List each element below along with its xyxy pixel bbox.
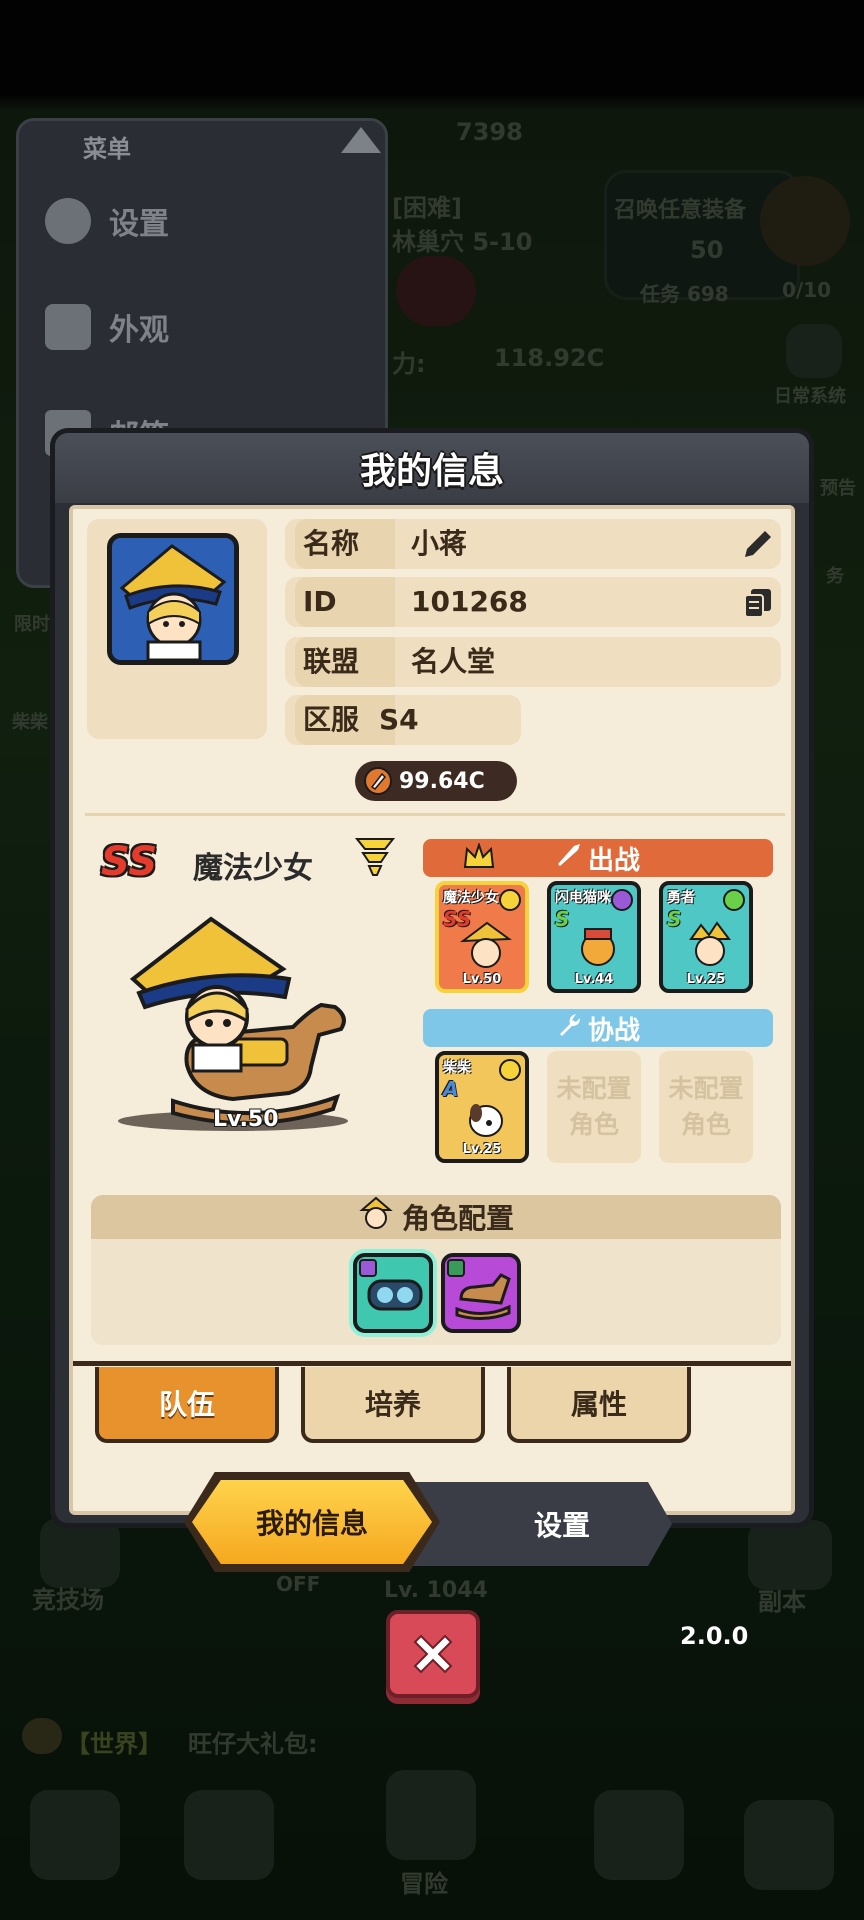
name-row: 名称 小蒋: [285, 519, 781, 569]
leaf-icon: [723, 889, 745, 911]
shirt-icon: [45, 304, 91, 350]
empty-slot-line2: 角色: [568, 1110, 619, 1139]
hero-portrait: [581, 928, 615, 966]
name-label: 名称: [295, 519, 395, 569]
power-badge: 99.64C: [355, 761, 517, 801]
tab-train[interactable]: 培养: [301, 1367, 485, 1443]
avatar[interactable]: [107, 533, 239, 665]
sword-icon: [556, 842, 582, 875]
battle-card-1[interactable]: 魔法少女 SS Lv.50: [435, 881, 529, 993]
hero-portrait: [469, 1104, 503, 1137]
tab-team[interactable]: 队伍: [95, 1367, 279, 1443]
edit-pencil-icon[interactable]: [741, 527, 775, 561]
id-value: 101268: [411, 585, 528, 618]
tornado-icon: [499, 1059, 521, 1081]
role-config-title: 角色配置: [401, 1202, 514, 1235]
card-hero-level: Lv.44: [574, 972, 614, 987]
tornado-icon: [354, 835, 396, 885]
menu-item-appearance[interactable]: 外观: [45, 297, 169, 357]
rocking-horse-icon: [455, 1273, 511, 1320]
power-value: 99.64C: [399, 768, 485, 794]
wrench-icon: [556, 1012, 582, 1045]
close-button[interactable]: [386, 1610, 480, 1698]
avatar-panel: [87, 519, 267, 739]
hero-level: Lv.50: [213, 1107, 279, 1132]
assist-empty-slot[interactable]: 未配置 角色: [659, 1051, 753, 1163]
copy-icon[interactable]: [741, 585, 775, 619]
battle-card-2[interactable]: 闪电猫咪 S Lv.44: [547, 881, 641, 993]
goggles-icon: [367, 1279, 423, 1311]
id-label: ID: [295, 577, 395, 627]
card-hero-name: 闪电猫咪: [555, 890, 611, 906]
hero-grade: SS: [101, 839, 158, 885]
card-hero-level: Lv.25: [462, 1142, 502, 1157]
assist-team-label: 协战: [587, 1015, 640, 1046]
id-row: ID 101268: [285, 577, 781, 627]
tornado-icon: [499, 889, 521, 911]
gear-icon: [45, 198, 91, 244]
equipment-slot-1[interactable]: [353, 1253, 433, 1333]
card-hero-name: 勇者: [667, 890, 695, 906]
battle-team-banner: 出战: [423, 839, 773, 877]
sub-tab-strip: [73, 1361, 791, 1366]
tab-my-info[interactable]: 我的信息: [184, 1472, 440, 1572]
empty-slot-line2: 角色: [680, 1110, 731, 1139]
combat-power-icon: [364, 767, 392, 795]
hero-portrait: [459, 921, 512, 968]
my-info-dialog: 我的信息 名称 小蒋 ID 101268 联盟 名人堂 区服 S4 99.64C…: [50, 428, 814, 1528]
battle-card-3[interactable]: 勇者 S Lv.25: [659, 881, 753, 993]
menu-item-settings[interactable]: 设置: [45, 191, 169, 251]
menu-item-label: 外观: [109, 313, 169, 348]
card-hero-grade: S: [667, 907, 682, 931]
section-divider: [85, 813, 785, 816]
server-value: S4: [379, 703, 419, 736]
card-hero-grade: S: [555, 907, 570, 931]
alliance-label: 联盟: [295, 637, 395, 687]
hero-name: 魔法少女: [193, 851, 313, 886]
collapse-arrow-icon[interactable]: [341, 127, 381, 153]
empty-slot-line1: 未配置: [668, 1074, 744, 1103]
close-icon: [413, 1634, 453, 1674]
name-value: 小蒋: [411, 527, 468, 560]
alliance-value: 名人堂: [411, 645, 496, 678]
alliance-row: 联盟 名人堂: [285, 637, 781, 687]
dialog-title: 我的信息: [359, 451, 504, 492]
card-hero-grade: A: [443, 1077, 459, 1101]
dialog-content: 名称 小蒋 ID 101268 联盟 名人堂 区服 S4 99.64C SS 魔…: [69, 505, 795, 1515]
hero-figure[interactable]: [113, 889, 353, 1139]
role-config-header: 角色配置: [91, 1195, 781, 1239]
assist-card-1[interactable]: 柴柴 A Lv.25: [435, 1051, 529, 1163]
crown-icon: [463, 841, 495, 878]
hero-mini-icon: [358, 1196, 394, 1239]
tab-attributes[interactable]: 属性: [507, 1367, 691, 1443]
empty-slot-line1: 未配置: [556, 1074, 632, 1103]
card-hero-level: Lv.50: [462, 972, 502, 987]
assist-team-banner: 协战: [423, 1009, 773, 1047]
assist-empty-slot[interactable]: 未配置 角色: [547, 1051, 641, 1163]
card-hero-name: 柴柴: [443, 1060, 471, 1076]
side-menu-title: 菜单: [83, 135, 131, 163]
lightning-icon: [611, 889, 633, 911]
server-row: 区服 S4: [285, 695, 521, 745]
battle-team-label: 出战: [587, 845, 640, 876]
card-hero-level: Lv.25: [686, 972, 726, 987]
tab-my-info-label: 我的信息: [255, 1507, 368, 1540]
role-config-panel: 角色配置: [91, 1195, 781, 1345]
dialog-header: 我的信息: [55, 433, 809, 503]
card-hero-name: 魔法少女: [443, 890, 499, 906]
version-label: 2.0.0: [680, 1622, 749, 1650]
menu-item-label: 设置: [109, 207, 169, 242]
equipment-slot-2[interactable]: [441, 1253, 521, 1333]
tab-settings-label: 设置: [533, 1509, 590, 1542]
hero-portrait: [689, 921, 731, 966]
